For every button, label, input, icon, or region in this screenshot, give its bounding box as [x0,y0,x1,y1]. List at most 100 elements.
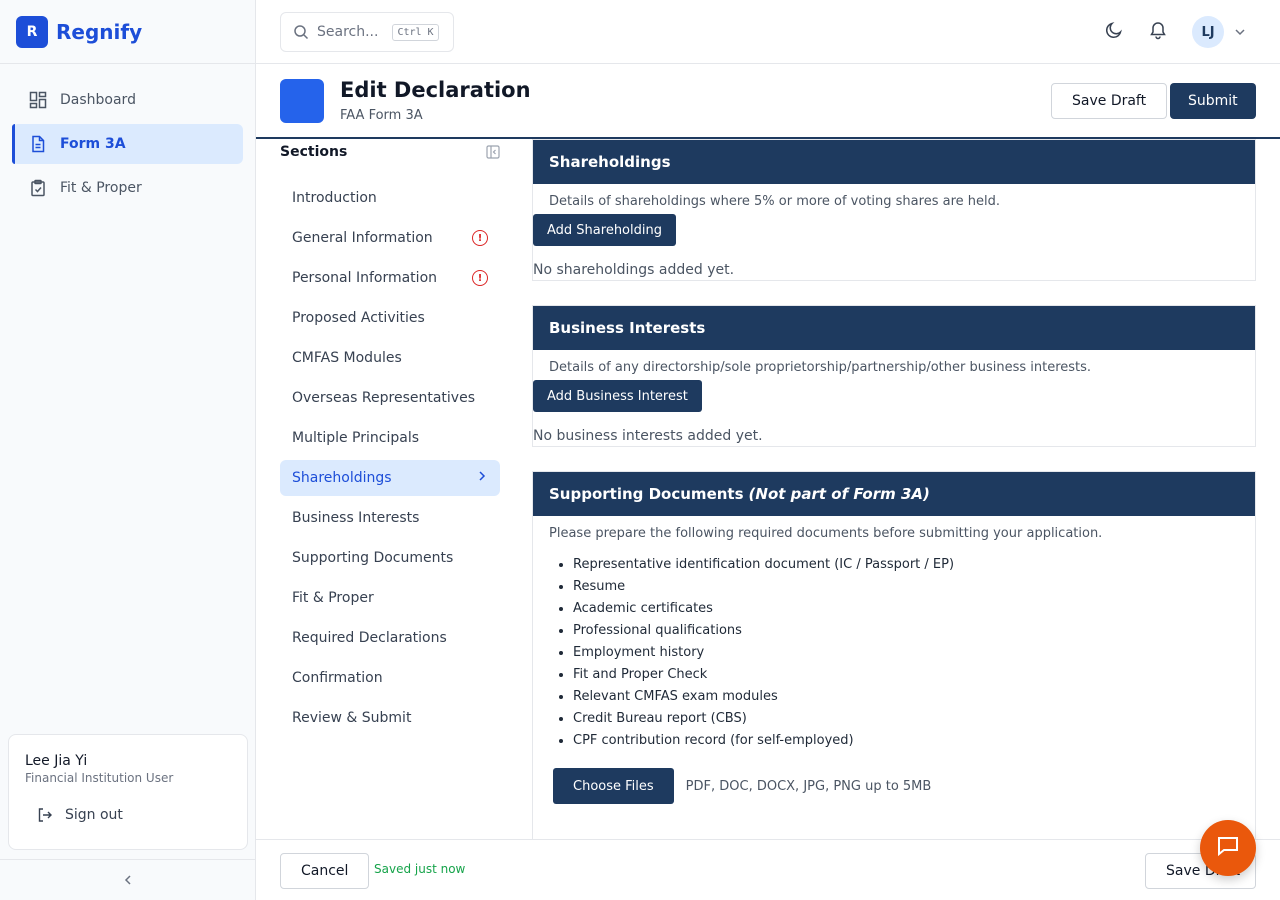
user-card: Lee Jia Yi Financial Institution User Si… [8,734,248,850]
section-item-label: Review & Submit [292,710,412,726]
sign-out-button[interactable]: Sign out [25,807,231,823]
section-item-cmfas-modules[interactable]: CMFAS Modules [280,340,500,376]
sign-out-label: Sign out [65,807,123,823]
business-interests-empty-state: No business interests added yet. [533,428,763,444]
chevron-left-icon [122,871,134,890]
section-item-general-information[interactable]: General Information! [280,220,500,256]
brand[interactable]: R Regnify [0,0,255,64]
user-menu-toggle[interactable] [1230,22,1250,42]
bell-icon [1148,20,1168,44]
section-item-label: Fit & Proper [292,590,374,606]
sidebar-nav: Dashboard Form 3A Fit & Proper [0,64,255,228]
moon-icon [1104,20,1124,44]
section-item-multiple-principals[interactable]: Multiple Principals [280,420,500,456]
grid-icon [28,90,48,110]
avatar[interactable]: LJ [1192,16,1224,48]
document-icon [28,134,48,154]
business-interests-title: Business Interests [533,306,1255,350]
business-interests-card: Business Interests Details of any direct… [532,305,1256,447]
top-bar: Search... Ctrl K LJ [256,0,1280,64]
form-footer: Cancel Saved just now Save Draft [256,839,1280,900]
search-input[interactable]: Search... Ctrl K [280,12,454,52]
search-icon [293,24,309,40]
section-item-label: Supporting Documents [292,550,454,566]
section-item-required-declarations[interactable]: Required Declarations [280,620,500,656]
list-item: Professional qualifications [573,620,1255,642]
list-item: Relevant CMFAS exam modules [573,686,1255,708]
shareholdings-description: Details of shareholdings where 5% or mor… [549,194,1000,209]
form-icon [280,79,324,123]
sidebar-item-label: Fit & Proper [60,180,142,196]
chevron-right-icon [476,470,488,486]
list-item: CPF contribution record (for self-employ… [573,730,1255,752]
business-interests-description: Details of any directorship/sole proprie… [549,360,1092,375]
cancel-button[interactable]: Cancel [280,853,370,889]
sidebar-item-dashboard[interactable]: Dashboard [12,80,243,120]
page-title: Edit Declaration [340,78,531,102]
section-item-personal-information[interactable]: Personal Information! [280,260,500,296]
section-item-proposed-activities[interactable]: Proposed Activities [280,300,500,336]
section-item-label: General Information [292,230,433,246]
chat-button[interactable] [1200,820,1256,876]
section-item-overseas-representatives[interactable]: Overseas Representatives [280,380,500,416]
section-item-business-interests[interactable]: Business Interests [280,500,500,536]
section-item-label: CMFAS Modules [292,350,402,366]
list-item: Academic certificates [573,598,1255,620]
section-item-label: Required Declarations [292,630,447,646]
section-item-label: Multiple Principals [292,430,420,446]
section-item-label: Personal Information [292,270,438,286]
panel-collapse-icon[interactable] [486,145,500,159]
brand-logo: R [16,15,48,48]
section-item-supporting-documents[interactable]: Supporting Documents [280,540,500,576]
section-item-label: Business Interests [292,510,420,526]
save-status: Saved just now [374,862,466,876]
list-item: Employment history [573,642,1255,664]
list-item: Resume [573,576,1255,598]
form-content[interactable]: Shareholdings Details of shareholdings w… [532,139,1256,839]
brand-name: Regnify [56,19,143,44]
section-item-label: Confirmation [292,670,383,686]
shareholdings-title: Shareholdings [533,140,1255,184]
sidebar: R Regnify Dashboard Form 3A Fit & Proper… [0,0,256,900]
supporting-documents-description: Please prepare the following required do… [549,526,1103,541]
sections-header: Sections [280,139,500,165]
add-shareholding-button[interactable]: Add Shareholding [533,214,676,246]
section-item-label: Introduction [292,190,377,206]
section-item-label: Shareholdings [292,470,392,486]
sidebar-item-label: Dashboard [60,92,136,108]
section-item-confirmation[interactable]: Confirmation [280,660,500,696]
user-role: Financial Institution User [25,771,174,785]
section-item-introduction[interactable]: Introduction [280,180,500,216]
shareholdings-card: Shareholdings Details of shareholdings w… [532,139,1256,281]
theme-toggle-button[interactable] [1102,20,1126,44]
list-item: Representative identification document (… [573,554,1255,576]
section-item-shareholdings[interactable]: Shareholdings [280,460,500,496]
section-item-fit-proper[interactable]: Fit & Proper [280,580,500,616]
search-placeholder: Search... [317,24,379,40]
warning-icon: ! [472,270,488,286]
sections-list: Introduction General Information! Person… [280,180,500,736]
list-item: Credit Bureau report (CBS) [573,708,1255,730]
submit-button[interactable]: Submit [1170,83,1256,119]
sections-nav: Sections Introduction General Informatio… [280,139,500,740]
sign-out-icon [37,807,53,823]
sidebar-item-form-3a[interactable]: Form 3A [12,124,243,164]
sidebar-item-fit-proper[interactable]: Fit & Proper [12,168,243,208]
notifications-button[interactable] [1146,20,1170,44]
sidebar-collapse-button[interactable] [0,859,256,900]
section-item-label: Overseas Representatives [292,390,475,406]
add-business-interest-button[interactable]: Add Business Interest [533,380,702,412]
sidebar-item-label: Form 3A [60,136,126,152]
sections-heading: Sections [280,144,348,160]
section-item-label: Proposed Activities [292,310,425,326]
supporting-documents-header: Supporting Documents (Not part of Form 3… [533,472,1255,516]
page-header: Edit Declaration FAA Form 3A Save Draft … [256,64,1280,139]
choose-files-button[interactable]: Choose Files [553,768,674,804]
documents-empty-state: No documents uploaded yet. [533,804,1255,839]
section-item-review-submit[interactable]: Review & Submit [280,700,500,736]
save-draft-button[interactable]: Save Draft [1051,83,1168,119]
search-shortcut: Ctrl K [392,23,439,41]
upload-hint: PDF, DOC, DOCX, JPG, PNG up to 5MB [685,778,932,794]
supporting-documents-card: Supporting Documents (Not part of Form 3… [532,471,1256,839]
shareholdings-empty-state: No shareholdings added yet. [533,262,735,278]
